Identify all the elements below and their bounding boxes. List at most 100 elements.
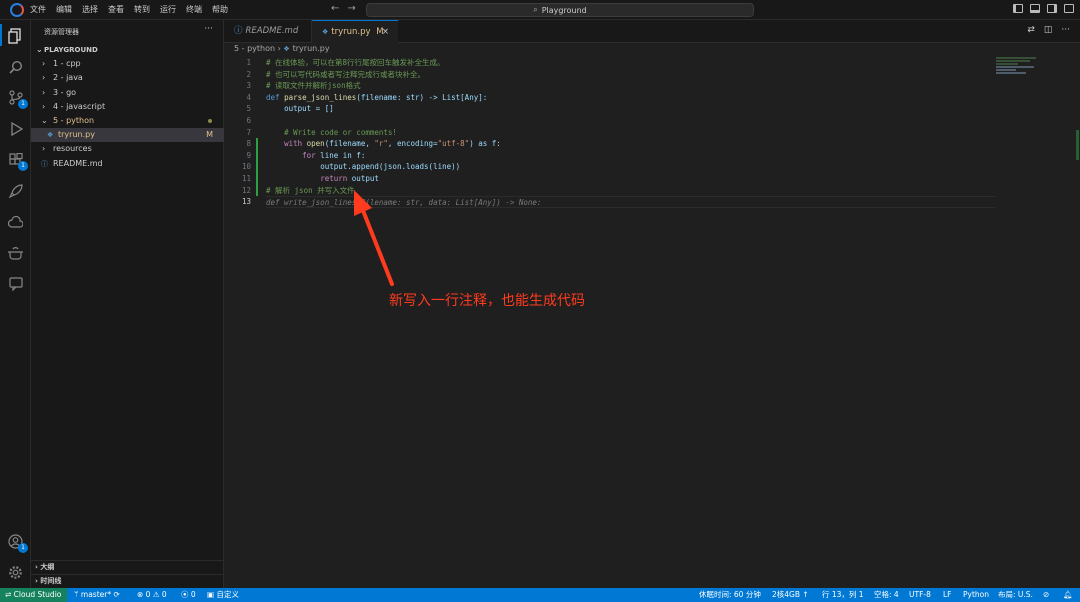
- remote-indicator[interactable]: ⇌ Cloud Studio: [0, 588, 68, 602]
- cooking-pot-icon[interactable]: [6, 243, 25, 262]
- eol-status[interactable]: LF: [943, 588, 952, 602]
- search-icon[interactable]: [6, 57, 25, 76]
- tree-folder-go[interactable]: › 3 - go: [31, 86, 224, 100]
- minimap[interactable]: [996, 57, 1056, 77]
- python-file-icon: ❖: [47, 131, 54, 140]
- function-name: parse_json_lines: [284, 92, 357, 102]
- cursor-position-status[interactable]: 行 13，列 1: [822, 588, 864, 602]
- menu-selection[interactable]: 选择: [82, 4, 98, 15]
- error-icon: ⊗: [137, 590, 146, 599]
- info-file-icon: ⓘ: [41, 159, 48, 168]
- notifications-bell-icon[interactable]: 🔔︎: [1063, 588, 1073, 602]
- breadcrumb-folder[interactable]: 5 - python: [234, 44, 275, 53]
- compare-changes-icon[interactable]: ⇄: [1027, 25, 1035, 35]
- sidebar-title: 资源管理器: [44, 28, 79, 36]
- close-icon[interactable]: ×: [382, 21, 389, 44]
- menu-file[interactable]: 文件: [30, 4, 46, 15]
- minimap-line: [996, 66, 1034, 68]
- custom-label: 自定义: [216, 590, 239, 599]
- indentation-status[interactable]: 空格: 4: [874, 588, 899, 602]
- extensions-icon[interactable]: 1: [6, 150, 28, 171]
- problems-status[interactable]: ⊗ 0 ⚠ 0: [137, 588, 167, 602]
- minimap-line: [996, 57, 1036, 59]
- remote-icon: ⇌: [5, 590, 14, 599]
- tree-root-playground[interactable]: ⌄ PLAYGROUND: [31, 43, 224, 57]
- file-tree: ⌄ PLAYGROUND › 1 - cpp › 2 - java › 3 - …: [31, 43, 224, 171]
- code-line: # 读取文件并解析json格式: [266, 81, 361, 91]
- file-label: tryrun.py: [58, 130, 95, 140]
- code-line: with open(filename, "r", encoding="utf-8…: [266, 138, 996, 150]
- menu-terminal[interactable]: 终端: [186, 4, 202, 15]
- explorer-icon[interactable]: [6, 26, 25, 45]
- folder-label: 4 - javascript: [53, 101, 106, 111]
- line-number: 5: [246, 104, 251, 114]
- minimap-line: [996, 63, 1018, 65]
- menu-run[interactable]: 运行: [160, 4, 176, 15]
- command-center-search[interactable]: ⌕ Playground: [366, 3, 754, 17]
- cloud-icon[interactable]: [6, 212, 25, 231]
- code-token: , encoding=: [387, 139, 438, 149]
- forward-arrow-icon[interactable]: →: [347, 3, 363, 14]
- tree-folder-python[interactable]: ⌄ 5 - python: [31, 114, 224, 128]
- custom-status[interactable]: ▣ 自定义: [207, 588, 239, 602]
- line-number-current: 13: [241, 197, 251, 207]
- tree-file-readme[interactable]: ⓘ README.md: [31, 157, 224, 171]
- broadcast-icon: ⦿: [181, 590, 191, 599]
- line-number: 8: [246, 139, 251, 149]
- back-arrow-icon[interactable]: ←: [331, 3, 347, 14]
- keyboard-layout-status[interactable]: 布局: U.S.: [998, 588, 1033, 602]
- language-status[interactable]: Python: [963, 588, 989, 602]
- modified-dot-icon: [208, 118, 212, 123]
- code-line: for line in f:: [266, 150, 996, 162]
- accounts-icon[interactable]: 1: [6, 532, 28, 553]
- customize-layout-icon[interactable]: [1064, 4, 1074, 13]
- menu-help[interactable]: 帮助: [212, 4, 228, 15]
- settings-gear-icon[interactable]: [6, 563, 25, 582]
- outline-label: 大纲: [40, 563, 55, 571]
- modified-badge: M: [206, 130, 213, 140]
- branch-status[interactable]: ᛘ master* ⟳: [74, 588, 120, 602]
- chat-icon[interactable]: [6, 274, 25, 293]
- machine-status[interactable]: 2核4GB ↑: [772, 588, 809, 602]
- chevron-down-icon: ⌄: [41, 115, 48, 125]
- folder-label: 1 - cpp: [53, 59, 81, 69]
- tree-folder-resources[interactable]: › resources: [31, 142, 224, 156]
- timeline-panel[interactable]: › 时间线: [31, 574, 224, 588]
- line-number: 10: [241, 162, 251, 172]
- encoding-status[interactable]: UTF-8: [909, 588, 931, 602]
- tab-tryrun[interactable]: ❖ tryrun.py M ×: [312, 20, 398, 43]
- code-token: output = []: [284, 104, 334, 114]
- menu-go[interactable]: 转到: [134, 4, 150, 15]
- outline-panel[interactable]: › 大纲: [31, 560, 224, 574]
- code-line: # 也可以写代码或者写注释完成行或者块补全。: [266, 69, 426, 79]
- menu-view[interactable]: 查看: [108, 4, 124, 15]
- chevron-right-icon: ›: [42, 144, 46, 154]
- more-actions-icon[interactable]: ···: [204, 24, 213, 34]
- code-token: line in f:: [315, 150, 366, 160]
- split-editor-icon[interactable]: ◫: [1044, 25, 1053, 35]
- tree-folder-cpp[interactable]: › 1 - cpp: [31, 57, 224, 71]
- toggle-panel-icon[interactable]: [1030, 4, 1040, 13]
- line-number: 12: [241, 185, 251, 195]
- more-actions-icon[interactable]: ···: [1061, 25, 1070, 35]
- tree-folder-java[interactable]: › 2 - java: [31, 71, 224, 85]
- toggle-secondary-sidebar-icon[interactable]: [1047, 4, 1057, 13]
- rocket-icon[interactable]: [6, 181, 25, 200]
- rest-time-status[interactable]: 休眠时间: 60 分钟: [699, 588, 761, 602]
- ports-status[interactable]: ⦿ 0: [181, 588, 196, 602]
- source-control-icon[interactable]: 1: [6, 88, 28, 109]
- tab-readme[interactable]: ⓘ README.md: [224, 20, 312, 43]
- tree-folder-javascript[interactable]: › 4 - javascript: [31, 100, 224, 114]
- breadcrumb-file[interactable]: tryrun.py: [293, 44, 330, 53]
- tree-file-tryrun[interactable]: ❖ tryrun.py M: [31, 128, 224, 143]
- line-numbers: 1 2 3 4 5 6 7 8 9 10 11 12 13: [224, 57, 254, 208]
- line-number: 7: [246, 127, 251, 137]
- run-debug-icon[interactable]: [6, 119, 25, 138]
- code-token: (filename: str) -> List[Any]:: [356, 92, 488, 102]
- toggle-sidebar-icon[interactable]: [1013, 4, 1023, 13]
- extensions-badge: 1: [18, 161, 28, 171]
- menu-edit[interactable]: 编辑: [56, 4, 72, 15]
- string-literal: "utf-8": [437, 139, 470, 149]
- layout-controls: [1013, 4, 1074, 13]
- copilot-icon[interactable]: ⊘: [1043, 588, 1049, 602]
